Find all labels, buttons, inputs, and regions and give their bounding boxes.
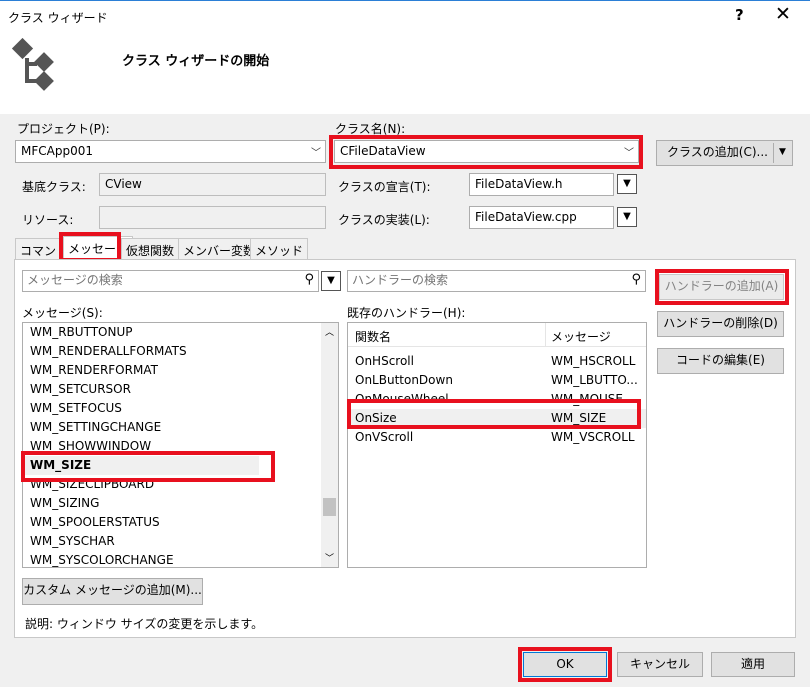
cancel-button[interactable]: キャンセル [617, 652, 703, 677]
class-name-combo[interactable]: CFileDataView ﹀ [334, 140, 639, 163]
split-divider [773, 143, 774, 163]
apply-button[interactable]: 適用 [711, 652, 795, 677]
class-decl-label: クラスの宣言(T): [338, 180, 431, 194]
class-hierarchy-icon [11, 38, 54, 91]
list-item[interactable]: WM_SETCURSOR [23, 380, 323, 399]
column-header-function[interactable]: 関数名 [355, 328, 391, 345]
resource-label: リソース: [22, 213, 74, 227]
list-item[interactable]: WM_RBUTTONUP [23, 323, 323, 342]
chevron-up-icon[interactable]: ︿ [325, 325, 334, 338]
column-header-message[interactable]: メッセージ [551, 328, 611, 345]
handler-function-cell: OnHScroll [355, 354, 414, 368]
handler-message-cell: WM_VSCROLL [551, 430, 635, 444]
handler-message-cell: WM_LBUTTO... [551, 373, 638, 387]
close-button[interactable]: ✕ [775, 3, 791, 25]
message-search-box: ⚲ [22, 270, 319, 292]
window-title: クラス ウィザード [8, 11, 108, 25]
chevron-down-icon[interactable]: ﹀ [325, 551, 334, 564]
chevron-down-icon[interactable]: ▼ [779, 141, 786, 164]
table-row[interactable]: OnVScroll WM_VSCROLL [348, 428, 646, 447]
add-handler-button[interactable]: ハンドラーの追加(A) [659, 274, 784, 300]
selected-handler-highlight [347, 399, 641, 429]
page-title: クラス ウィザードの開始 [122, 54, 270, 69]
message-filter-dropdown-button[interactable]: ▼ [321, 271, 341, 291]
help-button[interactable]: ? [735, 6, 744, 24]
tab-member-variables[interactable]: メンバー変数 [178, 238, 261, 260]
list-item[interactable]: WM_SYSCHAR [23, 532, 323, 551]
messages-scrollbar[interactable]: ︿ ﹀ [321, 323, 338, 567]
class-decl-field[interactable]: FileDataView.h [469, 173, 614, 196]
class-impl-field[interactable]: FileDataView.cpp [469, 206, 614, 229]
chevron-down-icon: ﹀ [311, 148, 321, 159]
ok-button[interactable]: OK [523, 652, 607, 677]
column-divider [545, 323, 546, 347]
base-class-value: CView [105, 177, 142, 191]
search-icon[interactable]: ⚲ [304, 272, 314, 287]
handlers-label: 既存のハンドラー(H): [347, 306, 466, 320]
class-name-value: CFileDataView [340, 144, 426, 158]
description-text: 説明: ウィンドウ サイズの変更を示します。 [25, 617, 264, 631]
wizard-header: クラス ウィザードの開始 [0, 32, 810, 114]
class-impl-label: クラスの実装(L): [338, 213, 430, 227]
class-impl-value: FileDataView.cpp [475, 210, 577, 224]
list-item[interactable]: WM_SPOOLERSTATUS [23, 513, 323, 532]
handler-message-cell: WM_HSCROLL [551, 354, 636, 368]
base-class-field: CView [99, 173, 326, 196]
table-row[interactable]: OnLButtonDown WM_LBUTTO... [348, 371, 646, 390]
selected-message-highlight [21, 451, 275, 482]
title-bar: クラス ウィザード ? ✕ [0, 0, 810, 32]
tab-methods[interactable]: メソッド [250, 238, 309, 260]
tab-virtual-functions[interactable]: 仮想関数 [121, 238, 180, 260]
project-combo[interactable]: MFCApp001 ﹀ [15, 140, 326, 163]
handlers-grid-header: 関数名 メッセージ [348, 323, 646, 347]
project-value: MFCApp001 [21, 144, 93, 158]
add-custom-message-button[interactable]: カスタム メッセージの追加(M)... [22, 578, 203, 605]
project-label: プロジェクト(P): [17, 122, 110, 136]
add-class-label: クラスの追加(C)... [667, 145, 768, 159]
list-item[interactable]: WM_SETFOCUS [23, 399, 323, 418]
message-search-input[interactable] [27, 273, 297, 287]
messages-tab-highlight [59, 232, 121, 262]
edit-code-button[interactable]: コードの編集(E) [657, 348, 784, 374]
list-item[interactable]: WM_RENDERFORMAT [23, 361, 323, 380]
list-item[interactable]: WM_SYSCOLORCHANGE [23, 551, 323, 567]
handler-search-box: ⚲ [347, 270, 646, 292]
list-item[interactable]: WM_SETTINGCHANGE [23, 418, 323, 437]
search-icon[interactable]: ⚲ [631, 272, 641, 287]
delete-handler-button[interactable]: ハンドラーの削除(D) [657, 311, 784, 337]
class-decl-value: FileDataView.h [475, 177, 563, 191]
class-impl-dropdown-button[interactable]: ▼ [617, 207, 637, 227]
table-row[interactable]: OnHScroll WM_HSCROLL [348, 352, 646, 371]
handler-function-cell: OnLButtonDown [355, 373, 453, 387]
messages-label: メッセージ(S): [22, 306, 103, 320]
handler-function-cell: OnVScroll [355, 430, 414, 444]
list-item[interactable]: WM_SIZING [23, 494, 323, 513]
add-class-button[interactable]: クラスの追加(C)... ▼ [656, 140, 793, 166]
resource-field [99, 206, 326, 229]
handlers-grid[interactable]: 関数名 メッセージ OnHScroll WM_HSCROLL OnLButton… [347, 322, 647, 568]
scroll-thumb[interactable] [323, 498, 336, 516]
messages-list[interactable]: WM_RBUTTONUP WM_RENDERALLFORMATS WM_REND… [22, 322, 339, 568]
handler-search-input[interactable] [352, 273, 622, 287]
chevron-down-icon: ﹀ [624, 148, 634, 159]
class-decl-dropdown-button[interactable]: ▼ [617, 174, 637, 194]
list-item[interactable]: WM_RENDERALLFORMATS [23, 342, 323, 361]
base-class-label: 基底クラス: [22, 180, 86, 194]
